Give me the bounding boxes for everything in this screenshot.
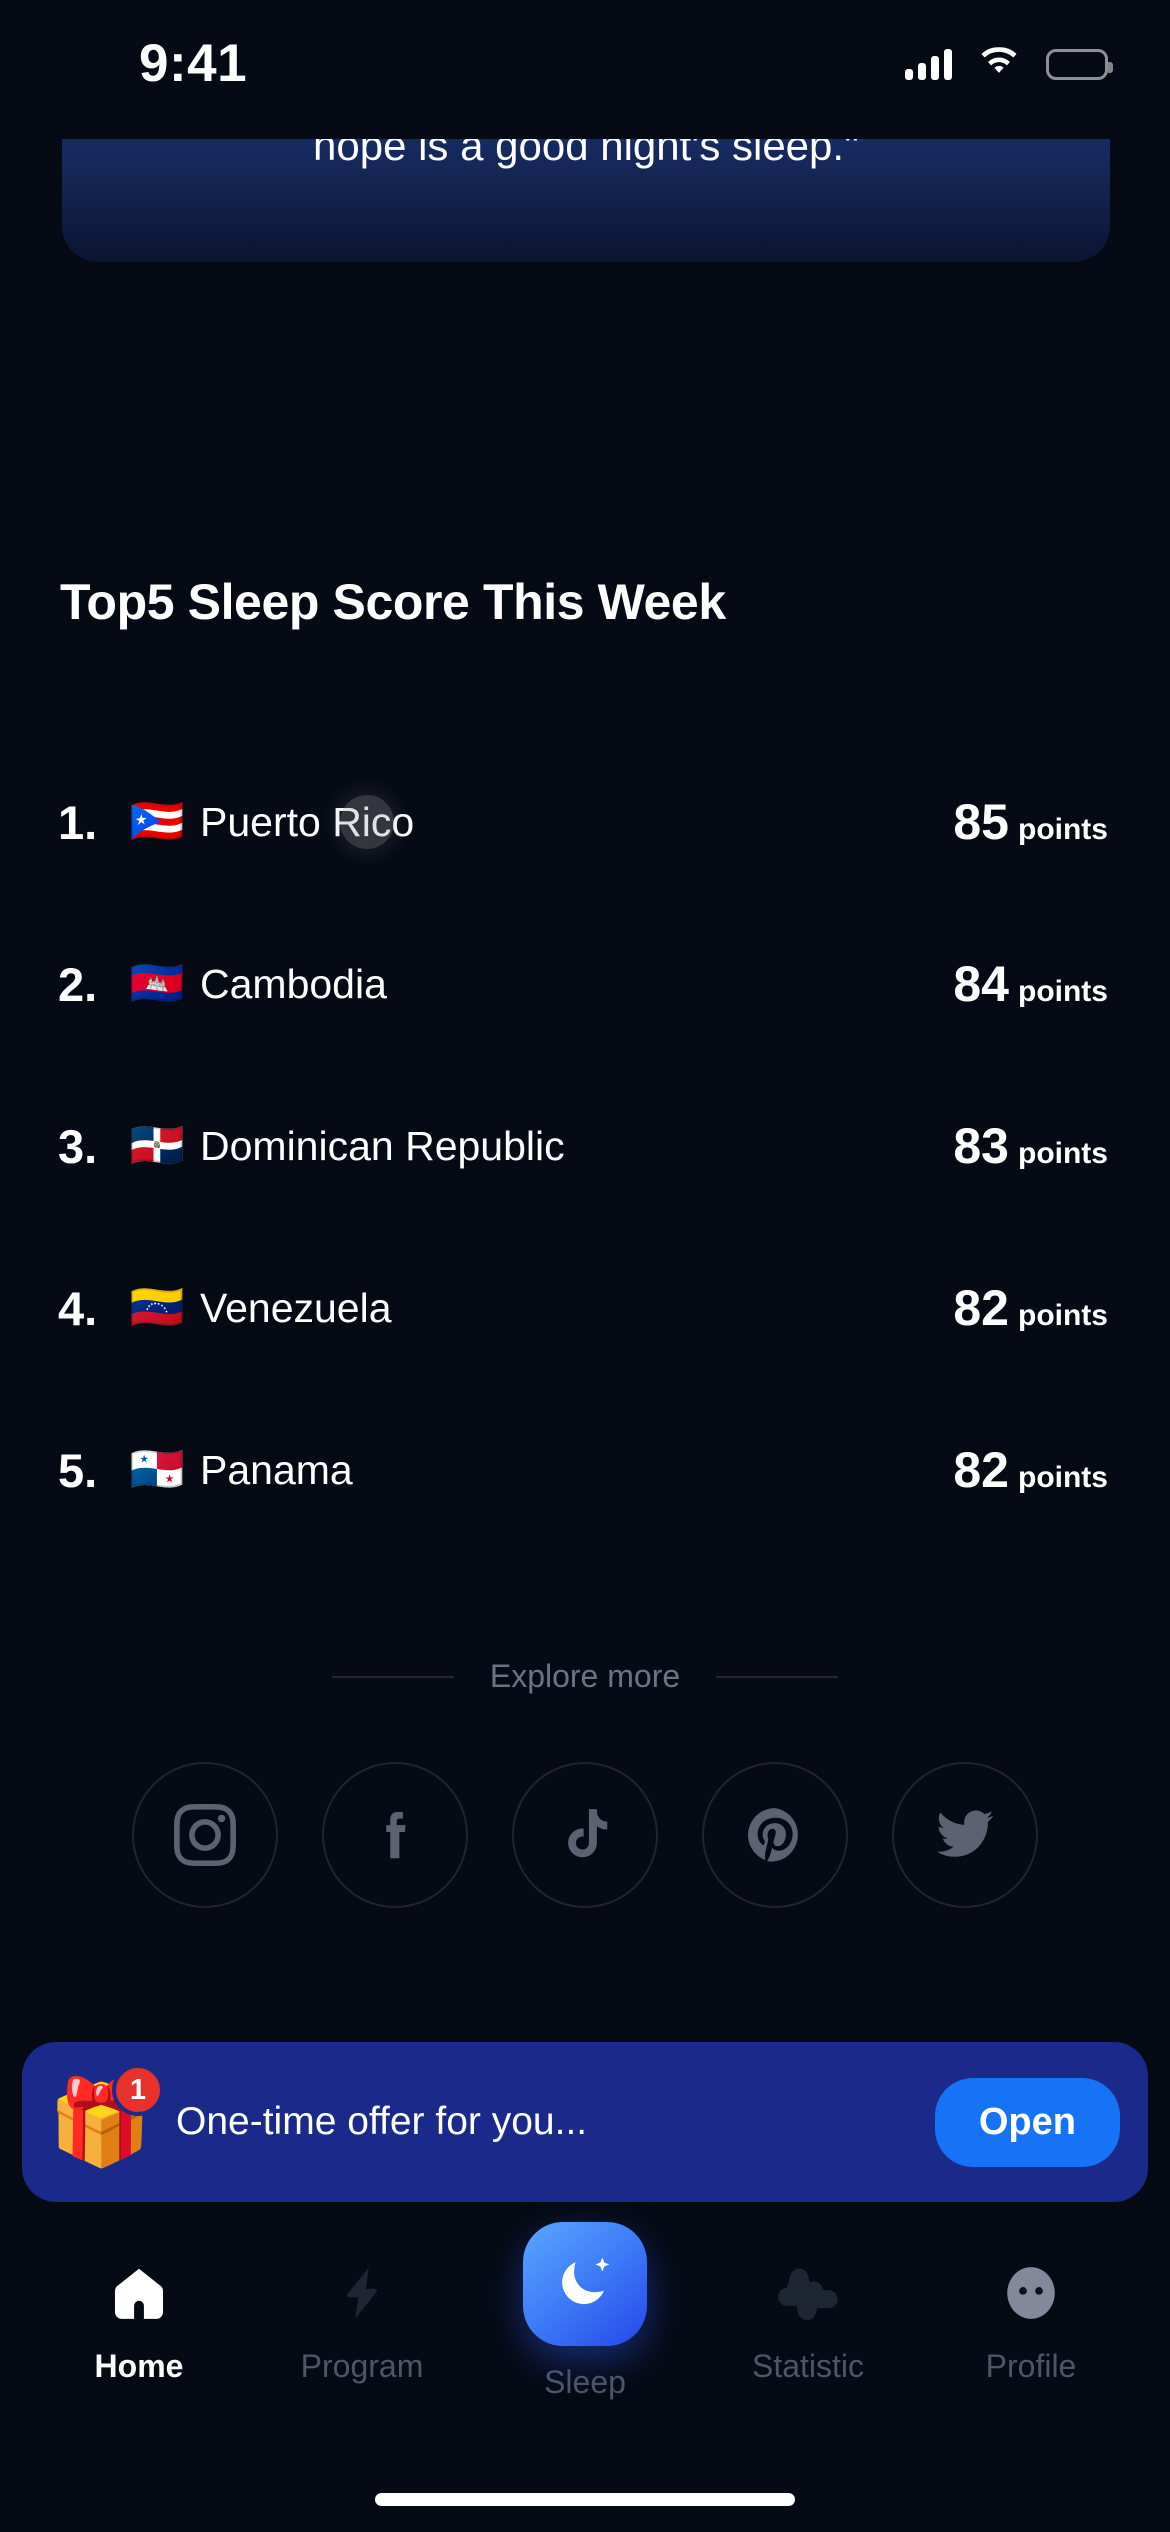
score-unit: points (1018, 1137, 1108, 1170)
gift-icon: 🎁 1 (48, 2064, 164, 2178)
table-row[interactable]: 4. 🇻🇪 Venezuela 82 points (0, 1258, 1170, 1358)
score-cell: 83 points (953, 1117, 1108, 1175)
explore-more-divider: Explore more (0, 1658, 1170, 1695)
divider-line-right (716, 1675, 839, 1678)
table-row[interactable]: 1. 🇵🇷 Puerto Rico 85 points (0, 772, 1170, 872)
cellular-signal-icon (905, 48, 952, 80)
score-cell: 84 points (953, 955, 1108, 1013)
leaderboard-list: 1. 🇵🇷 Puerto Rico 85 points 2. 🇰🇭 Cambod… (0, 772, 1170, 1582)
bolt-icon (331, 2256, 393, 2330)
sleep-quote-text: hope is a good night's sleep." (313, 139, 859, 169)
status-bar-icons (905, 46, 1113, 83)
flag-icon: 🇵🇦 (129, 1445, 185, 1494)
offer-banner[interactable]: 🎁 1 One-time offer for you... Open (22, 2042, 1148, 2202)
twitter-icon[interactable] (892, 1762, 1038, 1908)
score-value: 82 (953, 1442, 1009, 1498)
country-name: Panama (200, 1446, 353, 1493)
score-unit: points (1018, 1461, 1108, 1494)
divider-line-left (331, 1675, 454, 1678)
flag-icon: 🇻🇪 (129, 1283, 185, 1332)
rank-number: 3. (58, 1119, 98, 1173)
social-links-row (0, 1762, 1170, 1908)
sleep-quote-card[interactable]: hope is a good night's sleep." (62, 139, 1110, 262)
tab-profile[interactable]: Profile (926, 2256, 1136, 2385)
country-name: Venezuela (200, 1284, 392, 1331)
open-button[interactable]: Open (934, 2077, 1120, 2167)
table-row[interactable]: 2. 🇰🇭 Cambodia 84 points (0, 934, 1170, 1034)
wifi-icon (978, 46, 1020, 83)
score-unit: points (1018, 975, 1108, 1008)
tab-statistic[interactable]: Statistic (703, 2256, 913, 2385)
explore-more-label: Explore more (489, 1658, 681, 1694)
table-row[interactable]: 3. 🇩🇴 Dominican Republic 83 points (0, 1096, 1170, 1196)
moon-star-icon[interactable] (523, 2222, 647, 2346)
status-bar-time: 9:41 (139, 33, 248, 93)
home-icon (108, 2256, 170, 2330)
score-value: 82 (953, 1280, 1009, 1336)
pulse-icon (777, 2256, 839, 2330)
score-unit: points (1018, 1299, 1108, 1332)
country-name: Cambodia (200, 960, 387, 1007)
tab-sleep[interactable]: Sleep (480, 2222, 690, 2401)
tab-statistic-label: Statistic (751, 2348, 865, 2384)
score-value: 84 (953, 956, 1009, 1012)
score-cell: 82 points (953, 1279, 1108, 1337)
app-screen: 9:41 hope is a good night's sleep." Top5… (0, 0, 1170, 2532)
tab-program-label: Program (300, 2348, 424, 2384)
avatar-icon (1000, 2256, 1062, 2330)
country-name: Puerto Rico (200, 798, 415, 845)
tab-profile-label: Profile (985, 2348, 1077, 2384)
tab-home[interactable]: Home (34, 2256, 244, 2385)
bottom-tab-bar: Home Program Sleep Statistic Profile (0, 2202, 1170, 2532)
score-value: 83 (953, 1118, 1009, 1174)
table-row[interactable]: 5. 🇵🇦 Panama 82 points (0, 1420, 1170, 1520)
score-cell: 82 points (953, 1441, 1108, 1499)
tab-home-label: Home (94, 2348, 184, 2384)
facebook-icon[interactable] (322, 1762, 468, 1908)
score-unit: points (1018, 813, 1108, 846)
page-title: Top5 Sleep Score This Week (60, 574, 726, 630)
tab-sleep-label: Sleep (544, 2364, 626, 2400)
country-name: Dominican Republic (200, 1122, 565, 1169)
flag-icon: 🇰🇭 (129, 959, 185, 1008)
instagram-icon[interactable] (132, 1762, 278, 1908)
rank-number: 4. (58, 1281, 98, 1335)
tab-program[interactable]: Program (257, 2256, 467, 2385)
status-badge: 1 (112, 2064, 164, 2116)
status-bar: 9:41 (0, 0, 1170, 118)
rank-number: 2. (58, 957, 98, 1011)
home-indicator[interactable] (375, 2493, 795, 2506)
score-value: 85 (953, 794, 1009, 850)
rank-number: 1. (58, 795, 98, 849)
offer-text: One-time offer for you... (176, 2100, 588, 2143)
tiktok-icon[interactable] (512, 1762, 658, 1908)
flag-icon: 🇩🇴 (129, 1121, 185, 1170)
flag-icon: 🇵🇷 (129, 797, 185, 846)
pinterest-icon[interactable] (702, 1762, 848, 1908)
score-cell: 85 points (953, 793, 1108, 851)
rank-number: 5. (58, 1443, 98, 1497)
battery-icon (1046, 48, 1113, 80)
